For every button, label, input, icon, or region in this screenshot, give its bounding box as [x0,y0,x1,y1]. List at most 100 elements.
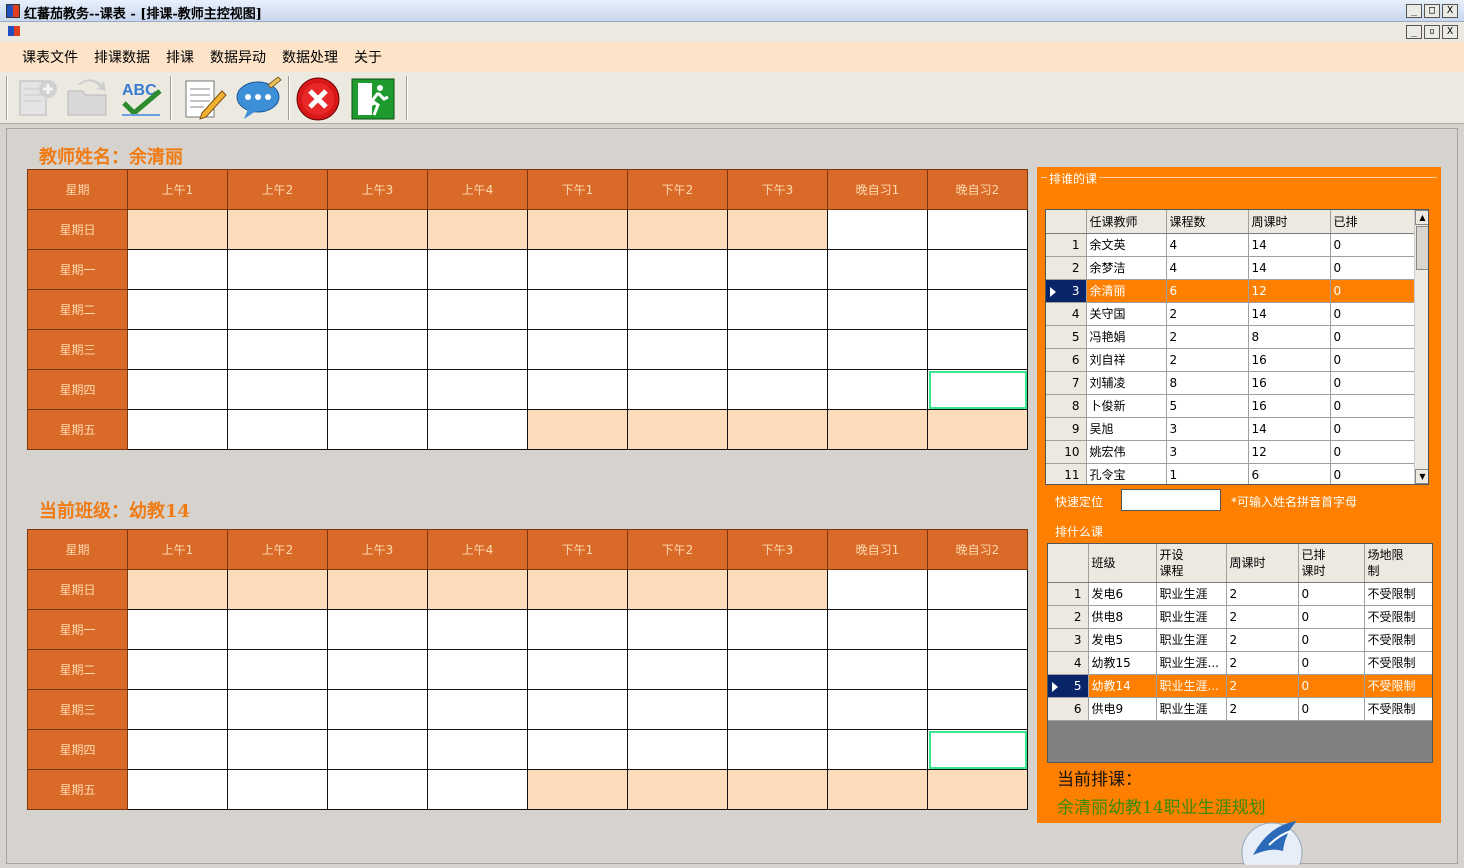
teacher-slot-cell[interactable] [427,409,528,450]
teacher-cell-name[interactable]: 孔令宝 [1086,463,1167,484]
close-red-icon[interactable] [294,75,342,121]
teacher-slot-cell[interactable] [227,369,328,410]
class-slot-cell[interactable] [927,569,1028,610]
teacher-cell-name[interactable]: 卜俊新 [1086,394,1167,418]
teacher-cell-done[interactable]: 0 [1330,256,1415,280]
teacher-slot-cell[interactable] [427,249,528,290]
teacher-slot-cell[interactable] [827,209,928,250]
teacher-slot-cell[interactable] [327,249,428,290]
class-slot-cell[interactable] [827,649,928,690]
teacher-slot-cell[interactable] [627,369,728,410]
teacher-cell-hours[interactable]: 12 [1248,279,1331,303]
teacher-slot-cell[interactable] [127,249,228,290]
course-cell-limit[interactable]: 不受限制 [1364,628,1432,652]
table-row[interactable]: 1 余文英 4 14 0 [1046,233,1415,257]
table-row[interactable]: 2 余梦洁 4 14 0 [1046,256,1415,280]
class-slot-cell[interactable] [227,649,328,690]
teacher-slot-cell[interactable] [727,289,828,330]
table-row[interactable]: 5 冯艳娟 2 8 0 [1046,325,1415,349]
menu-schedule-data[interactable]: 排课数据 [86,47,158,67]
course-cell-limit[interactable]: 不受限制 [1364,582,1432,606]
teacher-cell-count[interactable]: 2 [1166,348,1249,372]
teacher-cell-done[interactable]: 0 [1330,348,1415,372]
teacher-slot-cell[interactable] [627,289,728,330]
teacher-cell-name[interactable]: 关守国 [1086,302,1167,326]
class-slot-cell[interactable] [227,689,328,730]
table-row[interactable]: 2 供电8 职业生涯 2 0 不受限制 [1048,605,1432,629]
class-slot-cell[interactable] [227,569,328,610]
new-document-icon[interactable] [14,75,62,121]
table-row[interactable]: 6 供电9 职业生涯 2 0 不受限制 [1048,697,1432,721]
teacher-slot-cell[interactable] [427,289,528,330]
course-cell-hours[interactable]: 2 [1226,628,1299,652]
class-slot-cell[interactable] [727,649,828,690]
table-row[interactable]: 4 幼教15 职业生涯... 2 0 不受限制 [1048,651,1432,675]
menu-about[interactable]: 关于 [346,47,390,67]
menu-data-changes[interactable]: 数据异动 [202,47,274,67]
teacher-slot-cell[interactable] [927,289,1028,330]
teacher-slot-cell[interactable] [527,369,628,410]
class-slot-cell[interactable] [927,609,1028,650]
class-slot-cell[interactable] [727,569,828,610]
course-cell-done[interactable]: 0 [1298,628,1365,652]
course-cell-cls[interactable]: 幼教14 [1088,674,1157,698]
teacher-slot-cell[interactable] [227,209,328,250]
teacher-slot-cell[interactable] [727,409,828,450]
teacher-slot-cell[interactable] [227,249,328,290]
class-slot-cell[interactable] [127,649,228,690]
spell-check-icon[interactable]: ABC [116,75,164,121]
teacher-slot-cell[interactable] [127,409,228,450]
class-slot-cell[interactable] [527,569,628,610]
teacher-slot-cell[interactable] [327,209,428,250]
course-cell-limit[interactable]: 不受限制 [1364,697,1432,721]
teacher-slot-cell[interactable] [627,409,728,450]
class-slot-cell[interactable] [527,649,628,690]
teacher-cell-name[interactable]: 冯艳娟 [1086,325,1167,349]
class-slot-cell[interactable] [327,689,428,730]
teacher-column-header[interactable]: 课程数 [1166,210,1249,234]
teacher-cell-count[interactable]: 3 [1166,440,1249,464]
teacher-cell-hours[interactable]: 14 [1248,417,1331,441]
course-cell-limit[interactable]: 不受限制 [1364,651,1432,675]
teacher-cell-done[interactable]: 0 [1330,279,1415,303]
teacher-slot-cell[interactable] [427,369,528,410]
teacher-cell-hours[interactable]: 16 [1248,371,1331,395]
teacher-slot-cell[interactable] [227,409,328,450]
teacher-cell-done[interactable]: 0 [1330,325,1415,349]
teacher-slot-cell[interactable] [827,329,928,370]
teacher-slot-cell[interactable] [427,329,528,370]
menu-schedule-file[interactable]: 课表文件 [14,47,86,67]
close-button[interactable]: X [1442,4,1458,18]
class-slot-cell[interactable] [427,649,528,690]
menu-scheduling[interactable]: 排课 [158,47,202,67]
teacher-cell-name[interactable]: 余文英 [1086,233,1167,257]
class-slot-cell[interactable] [827,569,928,610]
class-slot-cell[interactable] [827,609,928,650]
class-slot-cell[interactable] [227,729,328,770]
table-row[interactable]: 9 吴旭 3 14 0 [1046,417,1415,441]
teacher-slot-cell[interactable] [727,209,828,250]
teacher-column-header[interactable]: 已排 [1330,210,1415,234]
teacher-slot-cell[interactable] [327,289,428,330]
course-cell-limit[interactable]: 不受限制 [1364,605,1432,629]
teacher-cell-hours[interactable]: 14 [1248,256,1331,280]
course-column-header[interactable]: 已排 课时 [1298,544,1365,583]
class-slot-cell[interactable] [727,769,828,810]
minimize-button[interactable]: _ [1406,4,1422,18]
teacher-slot-cell[interactable] [127,329,228,370]
chat-bubble-icon[interactable] [234,75,282,121]
teacher-slot-cell[interactable] [927,409,1028,450]
class-slot-cell[interactable] [327,649,428,690]
course-column-header[interactable]: 班级 [1088,544,1157,583]
course-cell-course[interactable]: 职业生涯 [1156,628,1227,652]
table-row[interactable]: 3 余清丽 6 12 0 [1046,279,1415,303]
teacher-slot-cell[interactable] [727,369,828,410]
table-row[interactable]: 6 刘自祥 2 16 0 [1046,348,1415,372]
teacher-slot-cell[interactable] [427,209,528,250]
table-row[interactable]: 7 刘辅凌 8 16 0 [1046,371,1415,395]
teacher-column-header[interactable]: 任课教师 [1086,210,1167,234]
course-column-header[interactable]: 开设 课程 [1156,544,1227,583]
teacher-slot-cell[interactable] [927,249,1028,290]
class-slot-cell[interactable] [127,609,228,650]
class-slot-cell[interactable] [927,769,1028,810]
